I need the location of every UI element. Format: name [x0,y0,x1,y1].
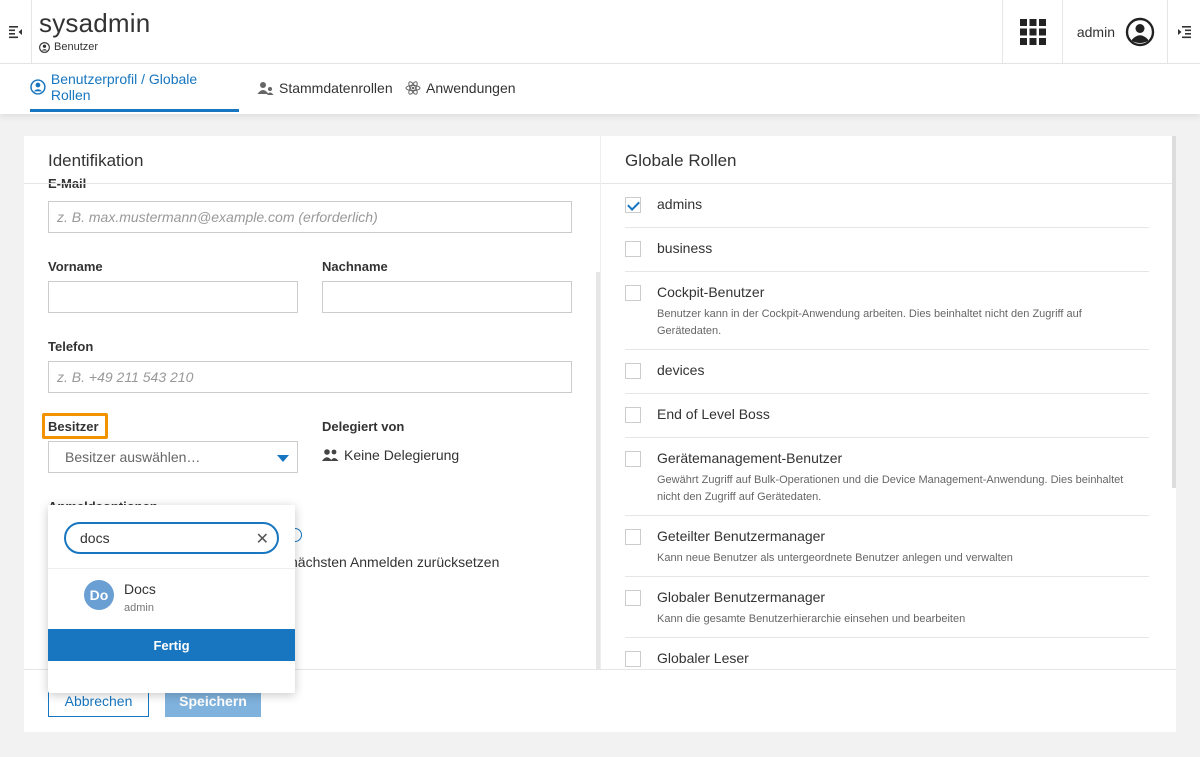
role-checkbox[interactable] [625,241,641,257]
role-checkbox[interactable] [625,363,641,379]
app-title: sysadmin [39,8,151,38]
role-item[interactable]: admins [625,184,1149,228]
clear-search-icon[interactable]: ✕ [256,529,269,549]
role-item[interactable]: Globaler Leser [625,638,1149,669]
password-reset-text: nächsten Anmelden zurücksetzen [290,554,500,570]
role-name: business [657,240,713,256]
owner-search-input[interactable]: docs ✕ [64,522,279,554]
drawer-collapse-icon [1178,26,1191,39]
role-name: Globaler Leser [657,650,749,666]
delegated-label: Delegiert von [322,419,405,434]
role-item[interactable]: devices [625,350,1149,394]
identification-title: Identifikation [48,151,144,170]
users-icon [257,82,274,95]
role-item[interactable]: Globaler Benutzermanager Kann die gesamt… [625,577,1149,638]
owner-label: Besitzer [48,419,99,434]
owner-select[interactable]: Besitzer auswählen… [48,441,298,473]
menu-toggle-button[interactable] [0,0,32,64]
role-item[interactable]: End of Level Boss [625,394,1149,438]
lastname-label: Nachname [322,259,388,274]
role-checkbox[interactable] [625,407,641,423]
role-checkbox[interactable] [625,285,641,301]
tab-applications[interactable]: Anwendungen [405,64,516,112]
user-icon [30,78,46,95]
atom-icon [405,81,421,95]
delegation-text: Keine Delegierung [344,447,460,463]
owner-result-subtitle: admin [124,602,154,614]
global-roles-title: Globale Rollen [625,151,737,170]
role-description: Benutzer kann in der Cockpit-Anwendung a… [657,308,1082,337]
role-checkbox[interactable] [625,197,641,213]
role-name: Globaler Benutzermanager [657,589,826,605]
menu-collapse-icon [8,26,22,39]
tab-label: Stammdatenrollen [279,80,393,96]
dropdown-divider [48,568,295,569]
breadcrumb-label: Benutzer [54,41,99,53]
top-bar: sysadmin Benutzer admin [0,0,1200,64]
tab-bar: Benutzerprofil / Globale Rollen Stammdat… [0,64,1200,114]
lastname-field[interactable] [322,281,572,313]
role-item[interactable]: Cockpit-Benutzer Benutzer kann in der Co… [625,272,1149,350]
role-item[interactable]: business [625,228,1149,272]
role-checkbox[interactable] [625,590,641,606]
done-button[interactable]: Fertig [48,629,295,661]
global-roles-pane: Globale Rollen admins business Cockpit-B… [600,136,1176,669]
right-scrollbar[interactable] [1172,136,1176,488]
owner-select-placeholder: Besitzer auswählen… [65,449,201,465]
owner-search-value: docs [80,530,110,546]
caret-down-icon [277,455,289,462]
user-name: admin [1076,24,1115,40]
owner-result-name: Docs [124,581,156,597]
right-drawer-toggle-button[interactable] [1167,0,1200,64]
firstname-field[interactable] [48,281,298,313]
role-name: Gerätemanagement-Benutzer [657,450,843,466]
role-name: Cockpit-Benutzer [657,284,765,300]
user-avatar-icon [1125,17,1155,47]
role-description: Gewährt Zugriff auf Bulk-Operationen und… [657,474,1124,503]
breadcrumb[interactable]: Benutzer [39,41,98,53]
role-name: End of Level Boss [657,406,770,422]
title-divider [24,183,600,184]
user-icon [39,41,50,53]
tab-label: Anwendungen [426,80,516,96]
role-item[interactable]: Geteilter Benutzermanager Kann neue Benu… [625,516,1149,577]
tab-user-profile[interactable]: Benutzerprofil / Globale Rollen [30,64,239,112]
owner-dropdown: docs ✕ Do Docs admin Fertig [48,505,295,693]
role-checkbox[interactable] [625,529,641,545]
delegation-value: Keine Delegierung [322,447,459,463]
grid-icon [1019,19,1046,45]
phone-field[interactable]: z. B. +49 211 543 210 [48,361,572,393]
avatar: Do [84,580,114,610]
role-item[interactable]: Gerätemanagement-Benutzer Gewährt Zugrif… [625,438,1149,516]
role-checkbox[interactable] [625,651,641,667]
user-menu-button[interactable]: admin [1062,0,1167,64]
phone-label: Telefon [48,339,94,354]
role-description: Kann neue Benutzer als untergeordnete Be… [657,552,1013,564]
role-checkbox[interactable] [625,451,641,467]
tab-master-data-roles[interactable]: Stammdatenrollen [257,64,393,112]
users-icon [322,449,339,461]
role-name: devices [657,362,705,378]
role-description: Kann die gesamte Benutzerhierarchie eins… [657,613,966,625]
role-name: admins [657,196,703,212]
firstname-label: Vorname [48,259,103,274]
role-name: Geteilter Benutzermanager [657,528,826,544]
tab-label: Benutzerprofil / Globale Rollen [50,70,198,103]
app-switcher-button[interactable] [1002,0,1062,64]
email-field[interactable]: z. B. max.mustermann@example.com (erford… [48,201,572,233]
